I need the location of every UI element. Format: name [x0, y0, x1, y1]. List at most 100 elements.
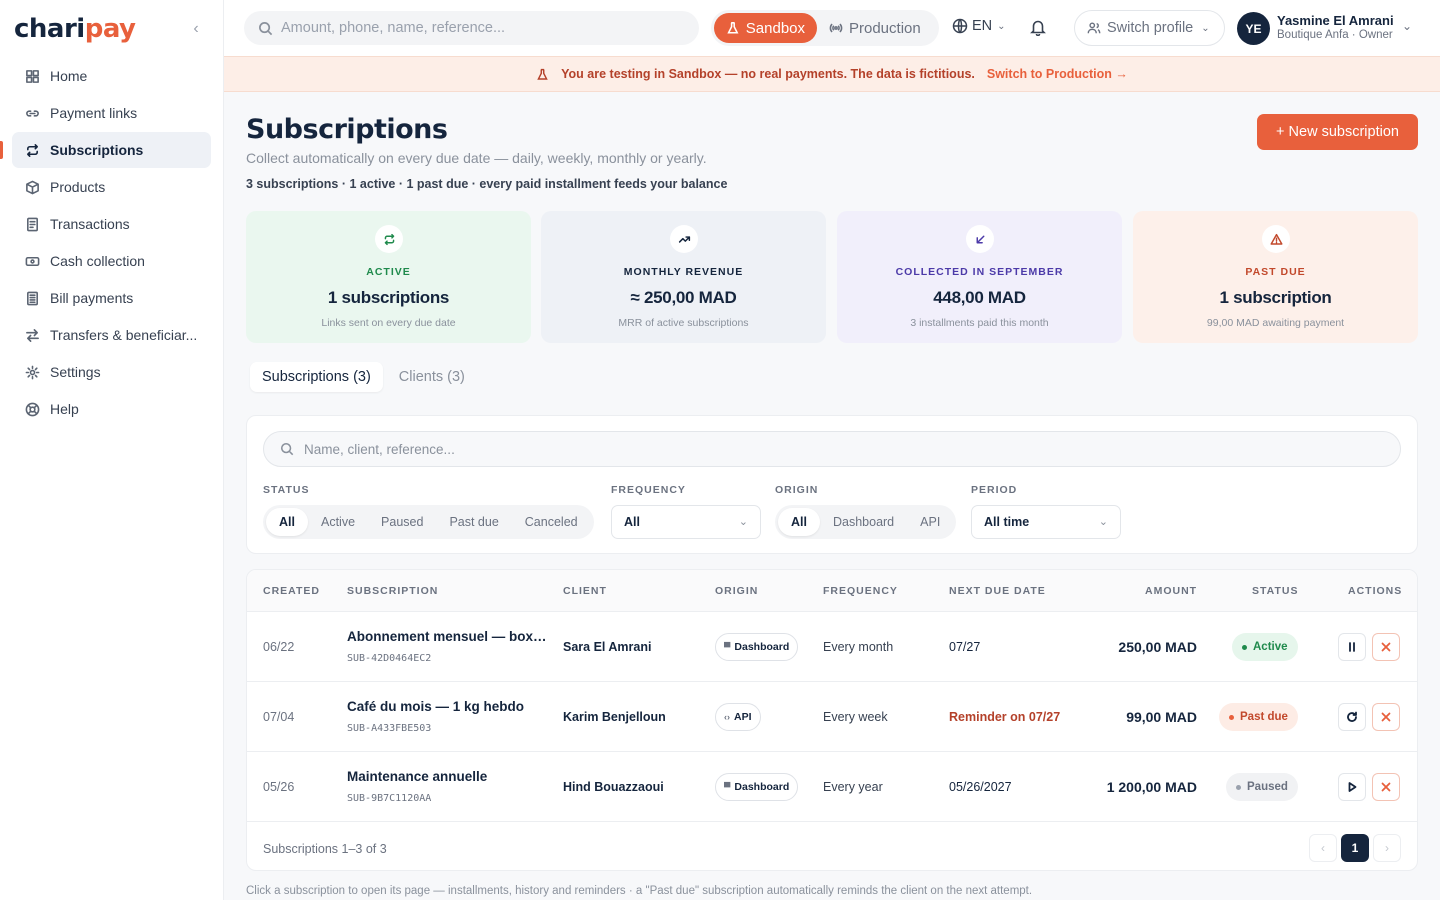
- switch-profile-button[interactable]: Switch profile ⌄: [1074, 10, 1225, 46]
- column-header-status: STATUS: [1252, 585, 1299, 597]
- search-placeholder: Amount, phone, name, reference...: [281, 20, 506, 36]
- sidebar-item-transfers[interactable]: Transfers & beneficiar...: [12, 317, 211, 353]
- bill-icon: [24, 290, 40, 306]
- previous-page-button[interactable]: ‹: [1309, 834, 1337, 862]
- period-select[interactable]: All time ⌄: [971, 505, 1121, 539]
- retry-button[interactable]: [1338, 703, 1366, 731]
- status-filter: All Active Paused Past due Canceled: [263, 505, 594, 539]
- sidebar: charipay ‹ Home Payment links Subscripti…: [0, 0, 224, 900]
- status-option-active[interactable]: Active: [308, 508, 368, 536]
- origin-option-all[interactable]: All: [778, 508, 820, 536]
- subscription-name[interactable]: Maintenance annuelle: [347, 769, 547, 784]
- subscription-name[interactable]: Abonnement mensuel — box ...: [347, 629, 547, 644]
- sidebar-item-home[interactable]: Home: [12, 58, 211, 94]
- column-header-next-due-date[interactable]: NEXT DUE DATE: [949, 585, 1046, 597]
- status-label: Active: [1253, 641, 1288, 653]
- column-header-origin[interactable]: ORIGIN: [715, 585, 758, 597]
- sidebar-item-label: Subscriptions: [50, 142, 144, 158]
- stat-note: MRR of active subscriptions: [618, 317, 749, 329]
- help-icon: [24, 401, 40, 417]
- cancel-subscription-button[interactable]: [1372, 633, 1400, 661]
- sidebar-item-help[interactable]: Help: [12, 391, 211, 427]
- user-menu-chevron-icon[interactable]: ⌄: [1402, 19, 1412, 33]
- cancel-subscription-button[interactable]: [1372, 703, 1400, 731]
- origin-option-api[interactable]: API: [907, 508, 953, 536]
- column-header-frequency[interactable]: FREQUENCY: [823, 585, 898, 597]
- table-row[interactable]: 06/22 Abonnement mensuel — box ... SUB-4…: [247, 612, 1417, 682]
- stat-card-monthly-revenue: MONTHLY REVENUE ≈ 250,00 MAD MRR of acti…: [541, 211, 826, 343]
- subscriptions-table: CREATED SUBSCRIPTION CLIENT ORIGIN FREQU…: [246, 569, 1418, 871]
- sidebar-item-label: Products: [50, 179, 106, 195]
- language-selector[interactable]: EN ⌄: [952, 18, 1006, 34]
- dashboard-icon: ▀: [724, 782, 731, 792]
- stat-note: 3 installments paid this month: [910, 317, 1049, 329]
- sidebar-item-label: Bill payments: [50, 290, 134, 306]
- sidebar-item-cash-collection[interactable]: Cash collection: [12, 243, 211, 279]
- status-option-past-due[interactable]: Past due: [436, 508, 511, 536]
- column-header-client[interactable]: CLIENT: [563, 585, 607, 597]
- pause-button[interactable]: [1338, 633, 1366, 661]
- page-button-current[interactable]: 1: [1341, 834, 1369, 862]
- status-option-canceled[interactable]: Canceled: [512, 508, 591, 536]
- column-header-subscription[interactable]: SUBSCRIPTION: [347, 585, 438, 597]
- stat-label: COLLECTED IN SEPTEMBER: [895, 266, 1064, 278]
- gear-icon: [24, 364, 40, 380]
- subscription-search-input[interactable]: Name, client, reference...: [263, 431, 1401, 467]
- frequency-filter-label: FREQUENCY: [611, 484, 686, 496]
- status-option-all[interactable]: All: [266, 508, 308, 536]
- stat-value: 1 subscription: [1219, 288, 1332, 307]
- table-row[interactable]: 05/26 Maintenance annuelle SUB-9B7C1120A…: [247, 752, 1417, 822]
- client-name: Karim Benjelloun: [563, 710, 666, 724]
- status-label: Paused: [1247, 781, 1288, 793]
- switch-to-production-link[interactable]: Switch to Production →: [987, 67, 1128, 81]
- frequency-select[interactable]: All ⌄: [611, 505, 761, 539]
- flask-icon: [727, 22, 739, 34]
- origin-option-dashboard[interactable]: Dashboard: [820, 508, 907, 536]
- charipay-logo[interactable]: charipay: [14, 14, 136, 44]
- global-search-input[interactable]: Amount, phone, name, reference...: [244, 11, 699, 45]
- status-filter-label: STATUS: [263, 484, 310, 496]
- sandbox-toggle-button[interactable]: Sandbox: [714, 13, 817, 43]
- cancel-subscription-button[interactable]: [1372, 773, 1400, 801]
- status-dot: [1236, 784, 1241, 790]
- sidebar-item-label: Cash collection: [50, 253, 145, 269]
- column-header-amount[interactable]: AMOUNT: [1145, 585, 1197, 597]
- sidebar-item-bill-payments[interactable]: Bill payments: [12, 280, 211, 316]
- subscription-ref: SUB-42D0464EC2: [347, 653, 432, 664]
- search-icon: [259, 21, 273, 35]
- user-avatar[interactable]: YE: [1237, 12, 1270, 45]
- client-name: Hind Bouazzaoui: [563, 780, 664, 794]
- stat-card-collected: COLLECTED IN SEPTEMBER 448,00 MAD 3 inst…: [837, 211, 1122, 343]
- transfer-icon: [24, 327, 40, 343]
- chevron-down-icon: ⌄: [738, 516, 748, 528]
- next-due-date: 07/27: [949, 640, 981, 654]
- status-dot: [1229, 714, 1234, 720]
- production-label: Production: [849, 19, 921, 37]
- next-page-button[interactable]: ›: [1373, 834, 1401, 862]
- link-icon: [24, 105, 40, 121]
- sandbox-label: Sandbox: [745, 19, 805, 37]
- column-header-created[interactable]: CREATED: [263, 585, 320, 597]
- status-option-paused[interactable]: Paused: [368, 508, 436, 536]
- repeat-icon: [24, 142, 40, 158]
- tab-subscriptions[interactable]: Subscriptions (3): [250, 362, 383, 392]
- new-subscription-button[interactable]: + New subscription: [1257, 114, 1418, 150]
- sidebar-item-products[interactable]: Products: [12, 169, 211, 205]
- sidebar-item-subscriptions[interactable]: Subscriptions: [0, 132, 211, 168]
- chevron-down-icon: ⌄: [997, 20, 1006, 32]
- page-summary: 3 subscriptions · 1 active · 1 past due …: [246, 177, 728, 191]
- table-row[interactable]: 07/04 Café du mois — 1 kg hebdo SUB-A433…: [247, 682, 1417, 752]
- tab-clients[interactable]: Clients (3): [387, 362, 477, 392]
- production-toggle-button[interactable]: Production: [817, 13, 933, 43]
- sidebar-item-payment-links[interactable]: Payment links: [12, 95, 211, 131]
- code-icon: ‹›: [724, 712, 730, 722]
- status-badge: Paused: [1226, 773, 1298, 801]
- collapse-sidebar-icon[interactable]: ‹: [188, 20, 204, 38]
- grid-icon: [24, 68, 40, 84]
- subscription-name[interactable]: Café du mois — 1 kg hebdo: [347, 699, 547, 714]
- notifications-bell-icon[interactable]: [1029, 18, 1047, 41]
- resume-button[interactable]: [1338, 773, 1366, 801]
- status-badge: Past due: [1219, 703, 1298, 731]
- sidebar-item-transactions[interactable]: Transactions: [12, 206, 211, 242]
- sidebar-item-settings[interactable]: Settings: [12, 354, 211, 390]
